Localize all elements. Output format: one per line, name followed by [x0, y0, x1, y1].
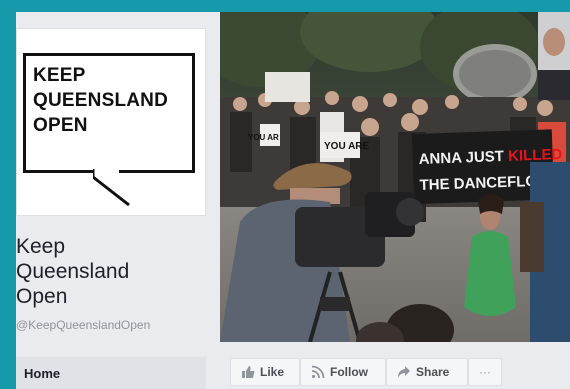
speech-tail-icon [93, 169, 130, 207]
cover-photo-image: YOU ARE YOU AR ANNA JUST KILLED THE DANC… [220, 12, 570, 342]
thumbs-up-icon [242, 366, 255, 378]
like-button[interactable]: Like [230, 358, 300, 386]
rss-icon [311, 365, 325, 379]
logo-line-2: QUEENSLAND [33, 90, 169, 111]
logo-line-3: OPEN [33, 115, 88, 136]
cover-photo[interactable]: YOU ARE YOU AR ANNA JUST KILLED THE DANC… [220, 12, 570, 342]
page-title-line-2: Queensland [16, 260, 130, 283]
banner-text-1: ANNA JUST [418, 148, 508, 168]
facebook-page: KEEP QUEENSLAND OPEN Keep Queensland Ope… [16, 12, 570, 389]
page-title: Keep Queensland Open [16, 234, 206, 309]
share-arrow-icon [398, 366, 410, 378]
follow-button[interactable]: Follow [300, 358, 386, 386]
page-title-line-1: Keep [16, 235, 66, 258]
follow-label: Follow [330, 365, 368, 379]
more-options-icon: ··· [479, 365, 491, 379]
share-label: Share [416, 365, 450, 379]
page-handle[interactable]: @KeepQueenslandOpen [16, 318, 150, 332]
logo-line-1: KEEP [33, 65, 86, 86]
more-options-button[interactable]: ··· [468, 358, 502, 386]
sidebar-item-label: Home [24, 366, 61, 381]
sign-you-ar: YOU AR [248, 133, 279, 142]
share-button[interactable]: Share [386, 358, 468, 386]
like-label: Like [260, 365, 285, 379]
profile-picture[interactable]: KEEP QUEENSLAND OPEN [16, 28, 206, 216]
sign-you-are: YOU ARE [324, 141, 370, 152]
page-title-line-3: Open [16, 285, 68, 308]
sidebar-item-home[interactable]: Home [16, 357, 206, 389]
page-action-bar: Like Follow Share ··· [220, 352, 570, 389]
logo-text: KEEP QUEENSLAND OPEN [33, 63, 168, 138]
